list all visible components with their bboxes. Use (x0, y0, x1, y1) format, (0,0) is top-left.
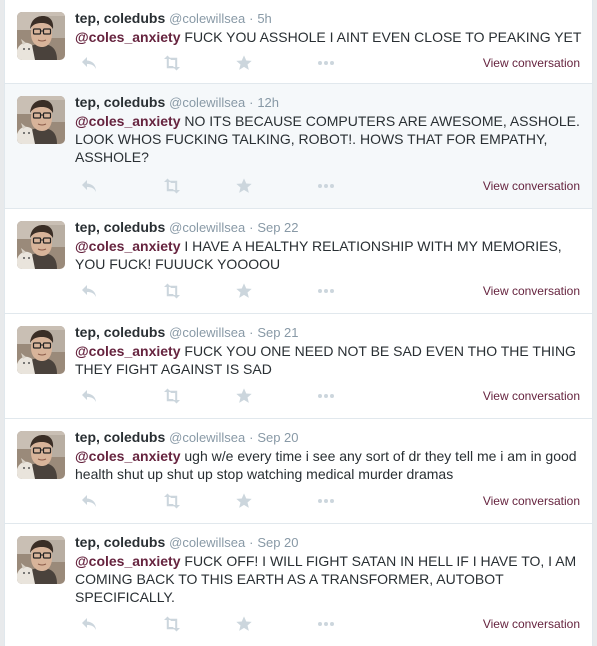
tweet-header: tep, coledubs @colewillsea · 12h (75, 93, 580, 112)
tweet-text: @coles_anxiety FUCK YOU ASSHOLE I AINT E… (75, 28, 583, 46)
separator: · (249, 430, 254, 445)
star-icon[interactable] (235, 386, 253, 406)
reply-icon[interactable] (79, 53, 99, 73)
mention-link[interactable]: @coles_anxiety (75, 553, 181, 569)
tweet-actions: View conversation (5, 386, 592, 406)
tweet-actions: View conversation (5, 176, 592, 196)
avatar[interactable] (17, 326, 65, 374)
tweet-text: @coles_anxiety FUCK OFF! I WILL FIGHT SA… (75, 552, 583, 606)
tweet-header: tep, coledubs @colewillsea · Sep 22 (75, 218, 580, 237)
avatar[interactable] (17, 431, 65, 479)
star-icon[interactable] (235, 281, 253, 301)
tweet-text: @coles_anxiety FUCK YOU ONE NEED NOT BE … (75, 342, 583, 378)
author-name[interactable]: tep, coledubs (75, 219, 165, 235)
reply-icon[interactable] (79, 281, 99, 301)
timestamp[interactable]: Sep 20 (257, 535, 298, 550)
timestamp[interactable]: Sep 20 (257, 430, 298, 445)
author-handle[interactable]: @colewillsea (169, 220, 245, 235)
star-icon[interactable] (235, 176, 253, 196)
tweet-actions: View conversation (5, 53, 592, 73)
retweet-icon[interactable] (161, 614, 183, 634)
reply-icon[interactable] (79, 176, 99, 196)
author-handle[interactable]: @colewillsea (169, 430, 245, 445)
separator: · (249, 535, 254, 550)
avatar[interactable] (17, 536, 65, 584)
mention-link[interactable]: @coles_anxiety (75, 238, 181, 254)
tweet-header: tep, coledubs @colewillsea · Sep 20 (75, 533, 580, 552)
author-name[interactable]: tep, coledubs (75, 429, 165, 445)
reply-icon[interactable] (79, 614, 99, 634)
tweet-header: tep, coledubs @colewillsea · Sep 21 (75, 323, 580, 342)
retweet-icon[interactable] (161, 176, 183, 196)
tweet[interactable]: tep, coledubs @colewillsea · 12h @coles_… (5, 84, 592, 209)
view-conversation-link[interactable]: View conversation (483, 53, 580, 73)
tweet-actions: View conversation (5, 281, 592, 301)
more-icon[interactable] (316, 53, 336, 73)
separator: · (249, 220, 254, 235)
author-handle[interactable]: @colewillsea (169, 95, 245, 110)
view-conversation-link[interactable]: View conversation (483, 281, 580, 301)
more-icon[interactable] (316, 614, 336, 634)
view-conversation-link[interactable]: View conversation (483, 614, 580, 634)
tweet-body: FUCK YOU ASSHOLE I AINT EVEN CLOSE TO PE… (184, 29, 582, 45)
tweet-text: @coles_anxiety ugh w/e every time i see … (75, 447, 583, 483)
retweet-icon[interactable] (161, 281, 183, 301)
retweet-icon[interactable] (161, 53, 183, 73)
author-name[interactable]: tep, coledubs (75, 324, 165, 340)
view-conversation-link[interactable]: View conversation (483, 176, 580, 196)
tweet[interactable]: tep, coledubs @colewillsea · Sep 20 @col… (5, 419, 592, 524)
more-icon[interactable] (316, 386, 336, 406)
tweet-text: @coles_anxiety I HAVE A HEALTHY RELATION… (75, 237, 583, 273)
author-name[interactable]: tep, coledubs (75, 10, 165, 26)
reply-icon[interactable] (79, 491, 99, 511)
more-icon[interactable] (316, 281, 336, 301)
star-icon[interactable] (235, 491, 253, 511)
timestamp[interactable]: Sep 21 (257, 325, 298, 340)
avatar[interactable] (17, 96, 65, 144)
separator: · (249, 11, 254, 26)
star-icon[interactable] (235, 614, 253, 634)
mention-link[interactable]: @coles_anxiety (75, 343, 181, 359)
mention-link[interactable]: @coles_anxiety (75, 113, 181, 129)
timestamp[interactable]: 5h (257, 11, 271, 26)
tweet-actions: View conversation (5, 614, 592, 634)
star-icon[interactable] (235, 53, 253, 73)
reply-icon[interactable] (79, 386, 99, 406)
more-icon[interactable] (316, 176, 336, 196)
mention-link[interactable]: @coles_anxiety (75, 29, 181, 45)
author-handle[interactable]: @colewillsea (169, 535, 245, 550)
tweet-text: @coles_anxiety NO ITS BECAUSE COMPUTERS … (75, 112, 583, 166)
retweet-icon[interactable] (161, 386, 183, 406)
mention-link[interactable]: @coles_anxiety (75, 448, 181, 464)
timeline: tep, coledubs @colewillsea · 5h @coles_a… (4, 0, 593, 646)
view-conversation-link[interactable]: View conversation (483, 386, 580, 406)
avatar[interactable] (17, 221, 65, 269)
view-conversation-link[interactable]: View conversation (483, 491, 580, 511)
retweet-icon[interactable] (161, 491, 183, 511)
tweet[interactable]: tep, coledubs @colewillsea · Sep 20 @col… (5, 524, 592, 646)
timestamp[interactable]: Sep 22 (257, 220, 298, 235)
author-name[interactable]: tep, coledubs (75, 94, 165, 110)
separator: · (249, 325, 254, 340)
author-handle[interactable]: @colewillsea (169, 11, 245, 26)
tweet[interactable]: tep, coledubs @colewillsea · 5h @coles_a… (5, 0, 592, 84)
tweet-header: tep, coledubs @colewillsea · Sep 20 (75, 428, 580, 447)
author-handle[interactable]: @colewillsea (169, 325, 245, 340)
author-name[interactable]: tep, coledubs (75, 534, 165, 550)
more-icon[interactable] (316, 491, 336, 511)
separator: · (249, 95, 254, 110)
tweet-actions: View conversation (5, 491, 592, 511)
timestamp[interactable]: 12h (257, 95, 279, 110)
tweet[interactable]: tep, coledubs @colewillsea · Sep 21 @col… (5, 314, 592, 419)
tweet[interactable]: tep, coledubs @colewillsea · Sep 22 @col… (5, 209, 592, 314)
tweet-header: tep, coledubs @colewillsea · 5h (75, 9, 580, 28)
